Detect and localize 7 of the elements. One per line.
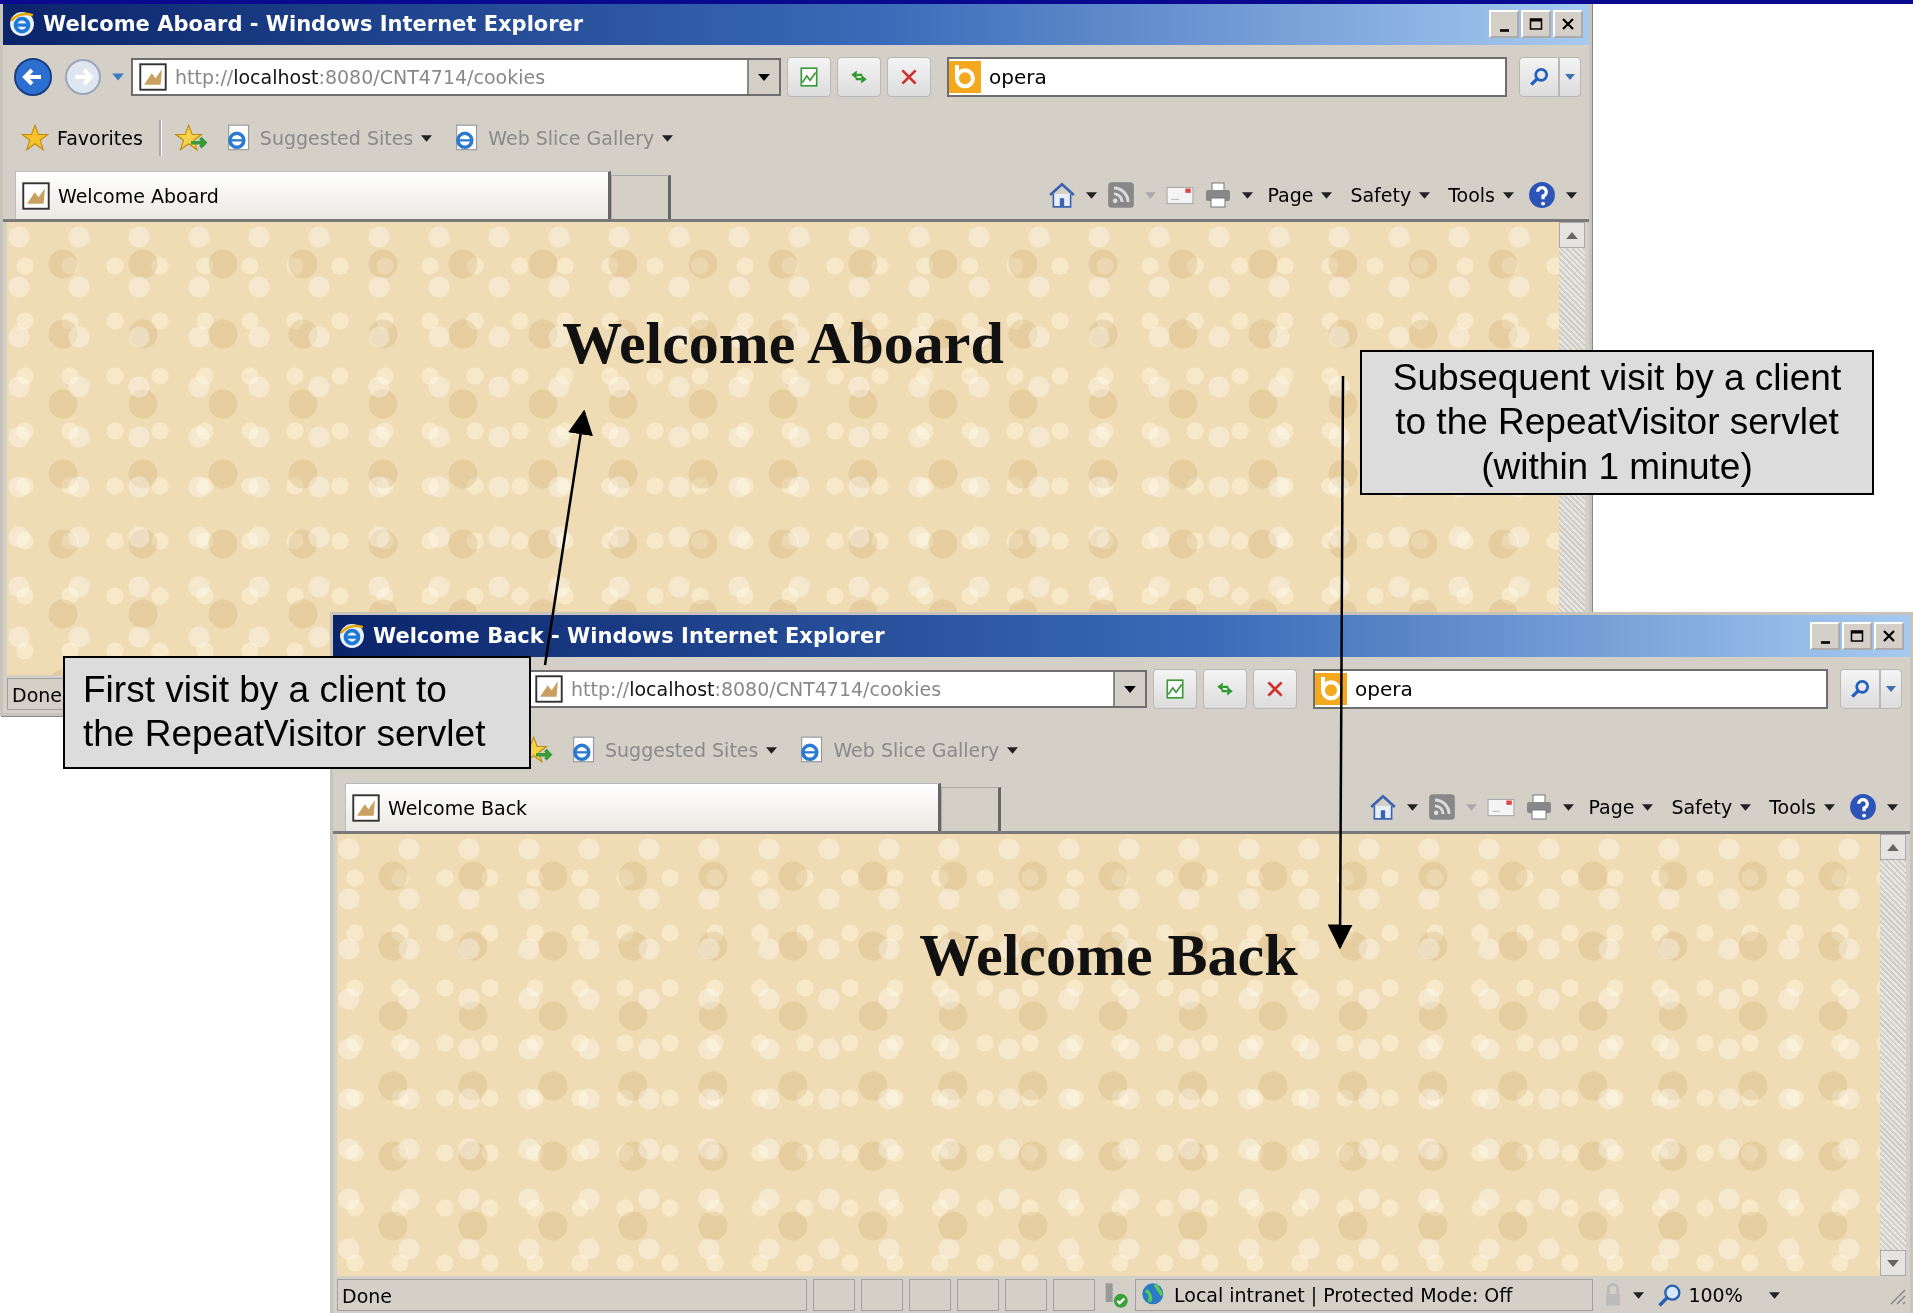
callout-tooltip: Subsequent visit by a client to the RepeatVisitor servlet (within 1 minute) bbox=[1360, 350, 1874, 496]
status-text: Done bbox=[337, 1279, 807, 1311]
window-title: Welcome Aboard - Windows Internet Explorer bbox=[43, 12, 584, 36]
window-title: Welcome Back - Windows Internet Explorer bbox=[373, 624, 885, 648]
page-heading: Welcome Aboard bbox=[562, 310, 1004, 376]
callout-tooltip: First visit by a client to the RepeatVisitor servlet bbox=[63, 656, 531, 769]
page-heading: Welcome Back bbox=[919, 922, 1298, 988]
